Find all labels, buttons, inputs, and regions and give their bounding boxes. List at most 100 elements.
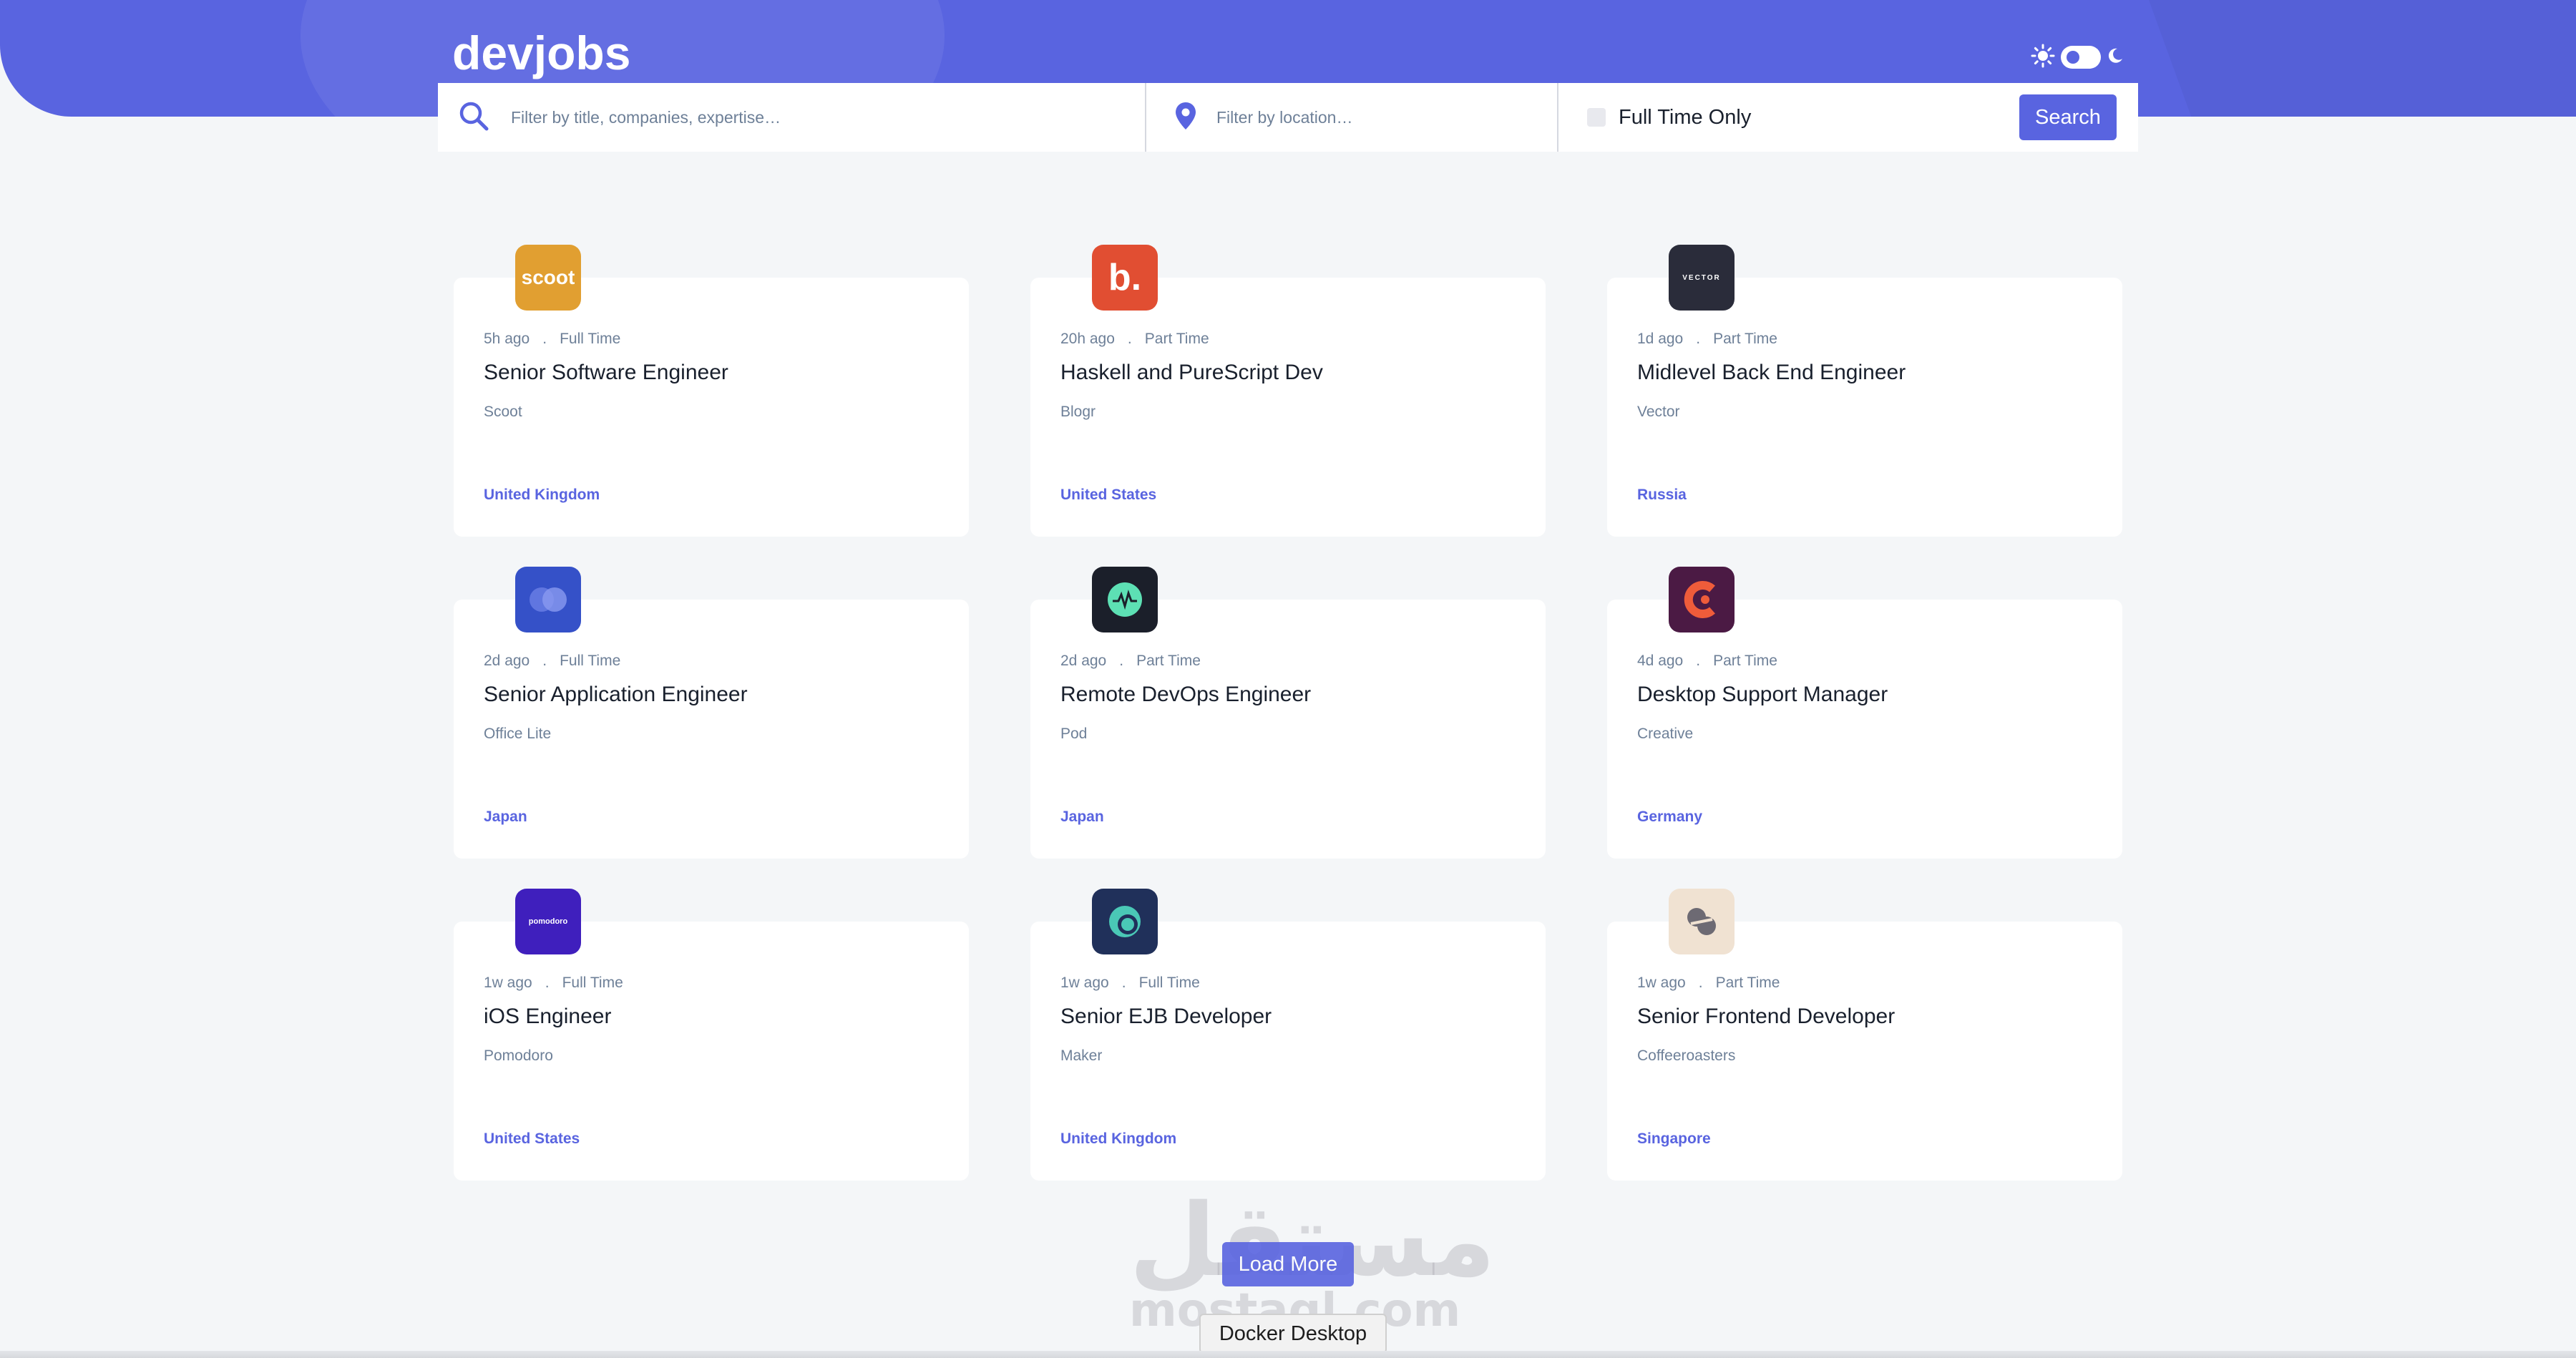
job-meta: 4d ago. Part Time bbox=[1637, 653, 1777, 670]
title-search-input[interactable] bbox=[511, 107, 1083, 127]
company-name: Office Lite bbox=[484, 726, 552, 742]
meta-separator: . bbox=[1696, 653, 1701, 669]
posted-time: 1w ago bbox=[1637, 974, 1686, 991]
contract-type: Part Time bbox=[1713, 331, 1777, 347]
job-card[interactable]: 2d ago. Part Time Remote DevOps Engineer Po… bbox=[1030, 567, 1546, 859]
job-meta: 1w ago. Full Time bbox=[1060, 974, 1200, 992]
load-more-button[interactable]: Load More bbox=[1222, 1242, 1354, 1286]
header-decoration bbox=[2116, 0, 2576, 117]
company-logo bbox=[1092, 567, 1158, 632]
contract-type: Full Time bbox=[1138, 974, 1200, 991]
meta-separator: . bbox=[1121, 974, 1126, 991]
company-logo bbox=[515, 567, 581, 632]
job-title[interactable]: Senior Software Engineer bbox=[484, 361, 728, 385]
job-meta: 1d ago. Part Time bbox=[1637, 331, 1777, 348]
job-meta: 5h ago. Full Time bbox=[484, 331, 620, 348]
company-name: Maker bbox=[1060, 1047, 1103, 1064]
company-logo: pomodoro bbox=[515, 889, 581, 954]
company-logo bbox=[1669, 567, 1735, 632]
job-meta: 20h ago. Part Time bbox=[1060, 331, 1209, 348]
meta-separator: . bbox=[1127, 331, 1132, 347]
posted-time: 2d ago bbox=[484, 653, 530, 669]
moon-icon bbox=[2107, 47, 2124, 68]
meta-separator: . bbox=[1119, 653, 1124, 669]
job-meta: 1w ago. Full Time bbox=[484, 974, 623, 992]
job-location: Singapore bbox=[1637, 1130, 1711, 1147]
company-name: Blogr bbox=[1060, 404, 1096, 420]
meta-separator: . bbox=[542, 331, 547, 347]
location-search-input[interactable] bbox=[1216, 107, 1546, 127]
company-logo: scoot bbox=[515, 245, 581, 311]
job-meta: 2d ago. Part Time bbox=[1060, 653, 1201, 670]
company-logo bbox=[1669, 889, 1735, 954]
contract-type: Full Time bbox=[560, 331, 621, 347]
contract-type: Part Time bbox=[1713, 653, 1777, 669]
job-meta: 2d ago. Full Time bbox=[484, 653, 620, 670]
job-card[interactable]: 2d ago. Full Time Senior Application Engin… bbox=[454, 567, 969, 859]
location-pin-icon bbox=[1175, 102, 1196, 134]
company-logo: b. bbox=[1092, 245, 1158, 311]
job-location: Germany bbox=[1637, 809, 1703, 825]
job-card[interactable]: 4d ago. Part Time Desktop Support Manager C… bbox=[1607, 567, 2122, 859]
meta-separator: . bbox=[1696, 331, 1701, 347]
contract-type: Full Time bbox=[562, 974, 623, 991]
job-title[interactable]: Midlevel Back End Engineer bbox=[1637, 361, 1906, 385]
job-location: United Kingdom bbox=[484, 487, 600, 503]
job-location: United Kingdom bbox=[1060, 1130, 1177, 1147]
theme-switch-knob bbox=[2067, 51, 2079, 64]
full-time-filter: Full Time Only Search bbox=[1558, 83, 2138, 152]
theme-switch[interactable] bbox=[2061, 46, 2101, 69]
meta-separator: . bbox=[542, 653, 547, 669]
search-icon bbox=[458, 100, 489, 135]
company-logo: VECTOR bbox=[1669, 245, 1735, 311]
contract-type: Part Time bbox=[1715, 974, 1780, 991]
job-location: Japan bbox=[1060, 809, 1104, 825]
dock-edge bbox=[0, 1351, 2576, 1358]
theme-toggle[interactable] bbox=[2031, 43, 2124, 72]
job-meta: 1w ago. Part Time bbox=[1637, 974, 1780, 992]
job-title[interactable]: Senior EJB Developer bbox=[1060, 1005, 1272, 1029]
contract-type: Part Time bbox=[1136, 653, 1201, 669]
full-time-checkbox[interactable] bbox=[1587, 108, 1606, 127]
posted-time: 5h ago bbox=[484, 331, 530, 347]
company-name: Pomodoro bbox=[484, 1047, 553, 1064]
search-button[interactable]: Search bbox=[2019, 94, 2117, 140]
devjobs-logo[interactable]: devjobs bbox=[452, 26, 630, 80]
posted-time: 2d ago bbox=[1060, 653, 1107, 669]
location-filter bbox=[1146, 83, 1558, 152]
job-title[interactable]: Senior Application Engineer bbox=[484, 683, 748, 707]
company-name: Pod bbox=[1060, 726, 1088, 742]
job-title[interactable]: iOS Engineer bbox=[484, 1005, 611, 1029]
job-location: Japan bbox=[484, 809, 527, 825]
posted-time: 20h ago bbox=[1060, 331, 1115, 347]
title-filter bbox=[438, 83, 1146, 152]
job-title[interactable]: Remote DevOps Engineer bbox=[1060, 683, 1311, 707]
job-location: United States bbox=[484, 1130, 580, 1147]
posted-time: 4d ago bbox=[1637, 653, 1684, 669]
job-card[interactable]: 1w ago. Part Time Senior Frontend Develope… bbox=[1607, 889, 2122, 1181]
contract-type: Part Time bbox=[1144, 331, 1209, 347]
posted-time: 1w ago bbox=[1060, 974, 1109, 991]
full-time-label[interactable]: Full Time Only bbox=[1619, 106, 1751, 130]
company-name: Scoot bbox=[484, 404, 522, 420]
job-location: Russia bbox=[1637, 487, 1687, 503]
contract-type: Full Time bbox=[560, 653, 621, 669]
meta-separator: . bbox=[545, 974, 550, 991]
dock-tooltip: Docker Desktop bbox=[1199, 1314, 1387, 1354]
posted-time: 1d ago bbox=[1637, 331, 1684, 347]
job-title[interactable]: Desktop Support Manager bbox=[1637, 683, 1888, 707]
company-name: Vector bbox=[1637, 404, 1680, 420]
sun-icon bbox=[2031, 44, 2055, 72]
job-card[interactable]: scoot 5h ago. Full Time Senior Software Eng… bbox=[454, 245, 969, 537]
job-title[interactable]: Haskell and PureScript Dev bbox=[1060, 361, 1323, 385]
company-name: Coffeeroasters bbox=[1637, 1047, 1736, 1064]
job-card[interactable]: 1w ago. Full Time Senior EJB Developer Make… bbox=[1030, 889, 1546, 1181]
job-location: United States bbox=[1060, 487, 1157, 503]
job-card[interactable]: b. 20h ago. Part Time Haskell and PureScrip… bbox=[1030, 245, 1546, 537]
job-card[interactable]: pomodoro 1w ago. Full Time iOS Engineer Pomo… bbox=[454, 889, 969, 1181]
company-name: Creative bbox=[1637, 726, 1694, 742]
job-title[interactable]: Senior Frontend Developer bbox=[1637, 1005, 1895, 1029]
search-bar: Full Time Only Search bbox=[438, 83, 2138, 152]
job-card[interactable]: VECTOR 1d ago. Part Time Midlevel Back End … bbox=[1607, 245, 2122, 537]
company-logo bbox=[1092, 889, 1158, 954]
